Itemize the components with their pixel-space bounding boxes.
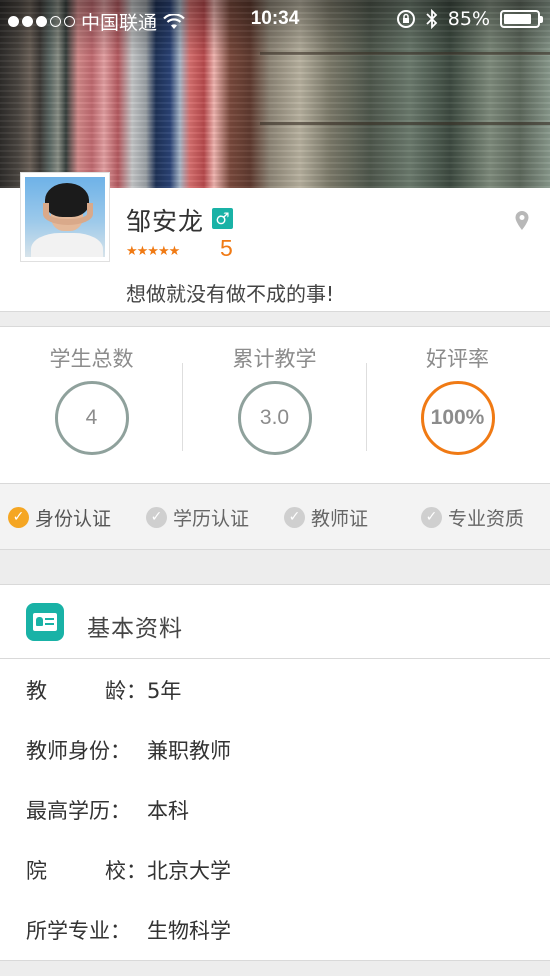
info-key: 教 <box>26 679 47 703</box>
check-icon: ✓ <box>284 507 305 528</box>
stat-students: 学生总数 4 <box>0 327 183 485</box>
lock-rotation-icon <box>396 10 415 28</box>
teacher-name: 邹安龙 <box>126 207 205 236</box>
cert-professional: ✓ 专业资质 <box>421 504 524 531</box>
info-key: 所学专业： <box>26 919 131 943</box>
info-value: 5年 <box>147 679 182 703</box>
check-icon: ✓ <box>8 507 29 528</box>
basic-info-list: 教 龄： 5年 教师身份： 兼职教师 最高学历： 本科 院 校： 北京大学 所学专业… <box>0 659 550 961</box>
basic-info-header: 基本资料 <box>0 584 550 659</box>
info-row-education: 最高学历： 本科 <box>26 795 189 825</box>
cert-label: 学历认证 <box>173 508 250 530</box>
cert-label: 专业资质 <box>448 508 525 530</box>
cert-education: ✓ 学历认证 <box>146 504 249 531</box>
stat-label: 学生总数 <box>49 347 134 371</box>
info-value: 生物科学 <box>147 919 231 943</box>
cert-teacher: ✓ 教师证 <box>284 504 368 531</box>
stat-value: 100% <box>420 381 495 455</box>
info-row-teaching-years: 教 龄： 5年 <box>26 675 181 705</box>
profile-card: 邹安龙 ♂ ★★★★★ 5 想做就没有做不成的事! <box>0 172 550 312</box>
cert-label: 教师证 <box>311 508 369 530</box>
info-key: 最高学历： <box>26 799 131 823</box>
id-card-icon <box>26 603 64 641</box>
stats-panel: 学生总数 4 累计教学 3.0 好评率 100% <box>0 326 550 484</box>
rating-score: 5 <box>220 235 233 261</box>
male-icon: ♂ <box>212 208 233 229</box>
info-value: 兼职教师 <box>147 739 231 763</box>
location-pin-icon[interactable] <box>514 210 530 232</box>
info-value: 本科 <box>147 799 189 823</box>
stat-value: 3.0 <box>237 381 312 455</box>
motto-text: 想做就没有做不成的事! <box>126 282 335 306</box>
avatar[interactable] <box>20 172 110 262</box>
info-key: 校： <box>105 859 147 883</box>
check-icon: ✓ <box>146 507 167 528</box>
stat-positive-rate: 好评率 100% <box>366 327 549 485</box>
stat-teaching: 累计教学 3.0 <box>183 327 366 485</box>
battery-icon <box>500 10 543 28</box>
stat-label: 累计教学 <box>232 347 317 371</box>
info-value: 北京大学 <box>147 859 231 883</box>
stat-value: 4 <box>54 381 129 455</box>
info-key: 龄： <box>105 679 147 703</box>
info-row-school: 院 校： 北京大学 <box>26 855 231 885</box>
info-row-teacher-status: 教师身份： 兼职教师 <box>26 735 231 765</box>
battery-percent: 85% <box>447 8 490 30</box>
cert-label: 身份认证 <box>35 508 112 530</box>
bluetooth-icon <box>426 9 438 29</box>
cert-identity: ✓ 身份认证 <box>8 504 111 531</box>
stat-label: 好评率 <box>426 347 489 371</box>
status-bar: 中国联通 10:34 85% <box>0 0 550 38</box>
info-key: 教师身份： <box>26 739 131 763</box>
star-rating: ★★★★★ <box>126 244 180 259</box>
info-key: 院 <box>26 859 47 883</box>
check-icon: ✓ <box>421 507 442 528</box>
info-row-major: 所学专业： 生物科学 <box>26 915 231 945</box>
section-title: 基本资料 <box>87 616 183 642</box>
certification-bar: ✓ 身份认证 ✓ 学历认证 ✓ 教师证 ✓ 专业资质 <box>0 484 550 550</box>
